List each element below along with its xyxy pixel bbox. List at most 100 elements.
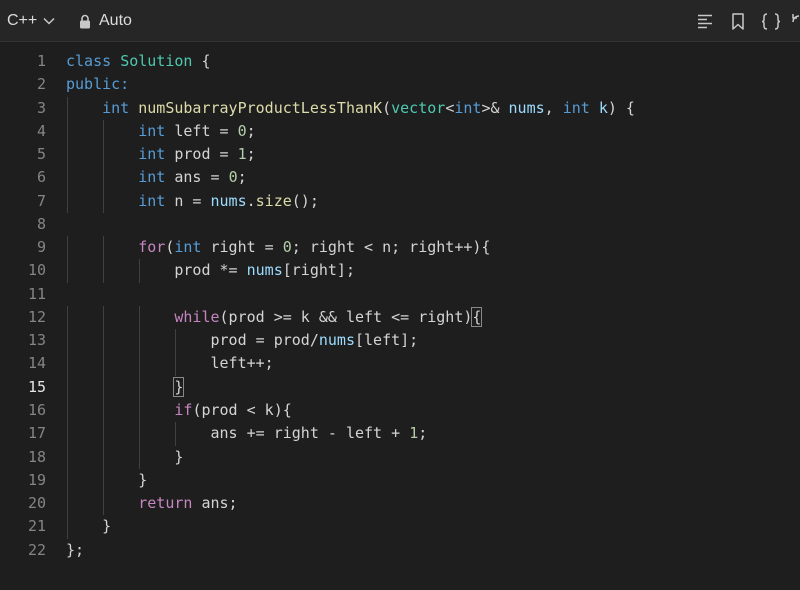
line-number: 5 — [36, 145, 46, 164]
code-line[interactable]: for(int right = 0; right < n; right++){ — [66, 236, 635, 260]
indent-guide — [103, 445, 105, 469]
indent-guide — [67, 119, 68, 144]
code-line[interactable]: } — [66, 445, 635, 469]
code-token: ; — [418, 424, 428, 443]
line-number: 19 — [27, 470, 46, 489]
format-icon[interactable] — [697, 13, 713, 29]
code-token: ans; — [192, 494, 238, 513]
indent-guide — [67, 375, 68, 399]
indentation — [66, 261, 174, 279]
code-line[interactable]: int numSubarrayProductLessThanK(vector<i… — [66, 96, 635, 120]
indent-guide — [103, 422, 105, 446]
indent-guide — [67, 515, 68, 539]
reset-icon[interactable] — [792, 13, 800, 30]
indentation — [66, 378, 174, 396]
code-line[interactable]: left++; — [66, 352, 635, 376]
code-area[interactable]: class Solution {public: int numSubarrayP… — [66, 50, 635, 562]
code-line[interactable]: int left = 0; — [66, 119, 635, 144]
code-token: , — [544, 98, 563, 117]
code-token: int — [102, 98, 130, 117]
indent-guide — [103, 259, 105, 283]
code-token: 0 — [237, 121, 247, 140]
line-number: 21 — [27, 517, 46, 536]
code-token: . — [246, 191, 256, 210]
line-number: 12 — [27, 307, 46, 326]
indent-guide — [103, 236, 105, 260]
code-line[interactable]: } — [66, 375, 635, 399]
code-line[interactable]: prod *= nums[right]; — [66, 259, 635, 283]
language-selector[interactable]: C++ — [7, 10, 55, 32]
line-number: 16 — [27, 400, 46, 419]
code-editor[interactable]: 1 2 3 4 5 6 7 8 9 10 11 12 13 14 15 16 17 18 19 20 21 22 clas… — [0, 42, 800, 590]
code-line[interactable] — [66, 283, 635, 306]
code-token: class — [66, 52, 112, 70]
code-line[interactable] — [66, 213, 635, 236]
indent-guide — [67, 422, 68, 446]
code-line[interactable]: } — [66, 515, 635, 539]
chevron-down-icon — [43, 17, 55, 25]
indent-guide — [67, 143, 68, 167]
code-token: ; — [246, 121, 256, 140]
indent-guide — [103, 468, 105, 493]
code-line[interactable]: int ans = 0; — [66, 166, 635, 190]
code-line[interactable]: class Solution { — [66, 50, 635, 73]
code-token: { — [471, 306, 483, 327]
code-token: left++; — [210, 354, 274, 373]
code-token: nums — [246, 261, 283, 280]
code-line[interactable]: while(prod >= k && left <= right){ — [66, 305, 635, 330]
code-line[interactable]: return ans; — [66, 492, 635, 516]
code-line[interactable]: public: — [66, 73, 635, 96]
bookmark-icon[interactable] — [731, 13, 745, 30]
code-token: ( — [382, 98, 392, 117]
line-number: 9 — [36, 238, 46, 257]
indent-guide — [67, 468, 68, 493]
code-token: left = — [165, 121, 238, 140]
code-line[interactable]: if(prod < k){ — [66, 398, 635, 423]
indent-guide — [67, 259, 68, 283]
code-token: }; — [66, 540, 85, 559]
code-token: < — [445, 98, 455, 117]
code-token: int — [174, 238, 202, 257]
code-line[interactable]: prod = prod/nums[left]; — [66, 329, 635, 353]
code-token: nums — [210, 191, 247, 210]
braces-icon[interactable] — [761, 13, 781, 30]
code-token: right = — [201, 238, 283, 257]
line-number: 22 — [27, 540, 46, 559]
code-token: int — [138, 145, 166, 164]
indent-guide — [139, 329, 141, 353]
indent-guide — [103, 166, 105, 190]
code-token: } — [174, 447, 184, 466]
line-number: 11 — [27, 284, 46, 303]
code-token: (); — [291, 191, 319, 210]
indent-guide — [139, 352, 141, 376]
code-token: ans += right - left + — [210, 424, 410, 443]
indent-guide — [67, 305, 68, 330]
editor-toolbar: C++ Auto — [0, 0, 800, 42]
code-line[interactable]: ans += right - left + 1; — [66, 422, 635, 446]
code-token: } — [138, 470, 148, 489]
code-token: ; right < n; right++){ — [291, 238, 491, 257]
code-token: } — [102, 517, 112, 536]
indent-guide — [139, 259, 141, 283]
line-number: 1 — [36, 52, 46, 70]
line-number: 20 — [27, 494, 46, 513]
indent-guide — [103, 375, 105, 399]
indent-guide — [67, 492, 68, 516]
code-token: ; — [237, 168, 247, 187]
code-line[interactable]: int n = nums.size(); — [66, 189, 635, 213]
indent-guide — [67, 166, 68, 190]
code-line[interactable]: int prod = 1; — [66, 143, 635, 167]
indentation — [66, 99, 102, 117]
indent-guide — [103, 492, 105, 516]
code-token: Solution — [120, 52, 193, 70]
code-token: } — [173, 376, 185, 397]
indent-guide — [175, 422, 177, 446]
code-line[interactable]: }; — [66, 539, 635, 562]
code-token: 0 — [228, 168, 238, 187]
autocomplete-mode-toggle[interactable]: Auto — [79, 10, 132, 32]
code-line[interactable]: } — [66, 468, 635, 493]
code-token: prod *= — [174, 261, 247, 280]
indentation — [66, 308, 174, 326]
code-token: while — [174, 307, 220, 326]
indent-guide — [175, 352, 177, 376]
